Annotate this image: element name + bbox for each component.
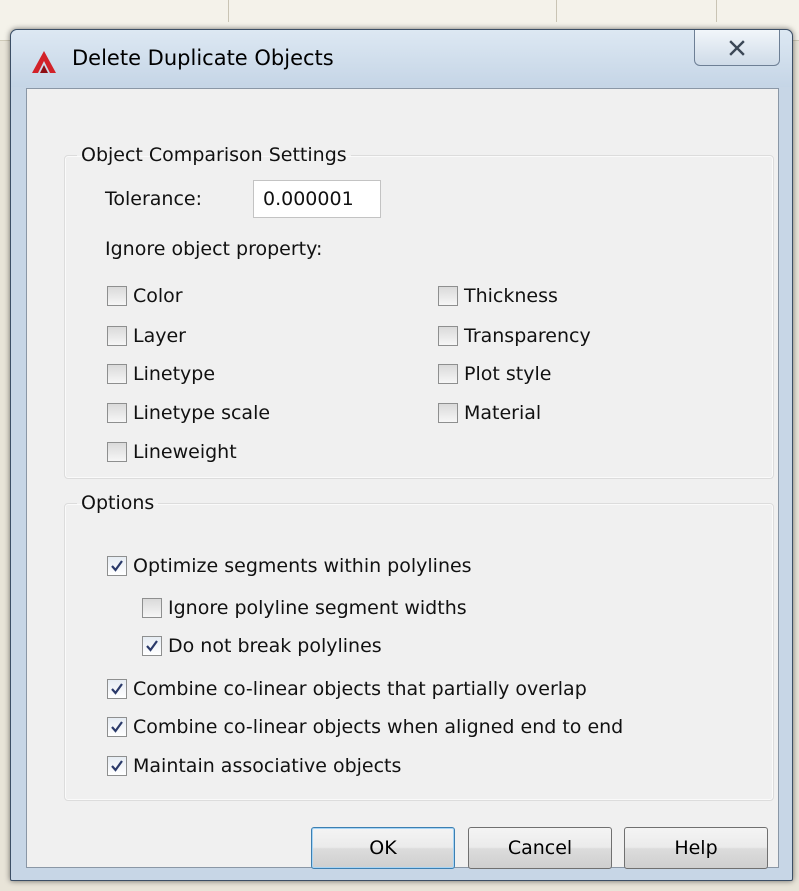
toolbar-separator <box>228 0 229 22</box>
options-legend: Options <box>81 492 155 514</box>
checkbox-combine-end-to-end[interactable]: Combine co-linear objects when aligned e… <box>107 716 623 738</box>
checkbox-label: Layer <box>133 325 186 347</box>
ok-button[interactable]: OK <box>311 827 455 869</box>
checkbox-linetype[interactable]: Linetype <box>107 363 215 385</box>
cancel-button[interactable]: Cancel <box>468 827 612 869</box>
check-mark-icon <box>111 760 123 772</box>
dialog-body: Object Comparison Settings Tolerance: Ig… <box>26 88 779 869</box>
checkbox-label: Combine co-linear objects when aligned e… <box>133 716 624 738</box>
checkbox-ignore-segment-widths[interactable]: Ignore polyline segment widths <box>142 597 467 619</box>
checkbox-linetype-scale[interactable]: Linetype scale <box>107 402 270 424</box>
checkbox-box[interactable] <box>107 403 127 423</box>
checkbox-material[interactable]: Material <box>438 402 541 424</box>
tolerance-label: Tolerance: <box>105 188 203 210</box>
close-button[interactable] <box>694 30 780 66</box>
dialog-title: Delete Duplicate Objects <box>72 46 334 70</box>
checkbox-box[interactable] <box>142 598 162 618</box>
checkbox-label: Linetype <box>133 363 216 385</box>
check-mark-icon <box>111 560 123 572</box>
checkbox-box[interactable] <box>107 326 127 346</box>
help-button[interactable]: Help <box>624 827 768 869</box>
title-bar[interactable]: Delete Duplicate Objects <box>11 30 792 87</box>
autocad-a-icon <box>32 51 56 73</box>
checkbox-box[interactable] <box>107 556 127 576</box>
checkbox-box[interactable] <box>107 364 127 384</box>
checkbox-label: Thickness <box>464 285 558 307</box>
checkbox-label: Ignore polyline segment widths <box>168 597 467 619</box>
ignore-property-label: Ignore object property: <box>105 238 323 260</box>
dialog-window: Delete Duplicate Objects Object Comparis… <box>10 29 793 881</box>
checkbox-label: Maintain associative objects <box>133 755 402 777</box>
checkbox-box[interactable] <box>438 326 458 346</box>
comparison-settings-legend: Object Comparison Settings <box>81 144 347 166</box>
check-mark-icon <box>111 721 123 733</box>
checkbox-label: Material <box>464 402 542 424</box>
checkbox-box[interactable] <box>107 286 127 306</box>
checkbox-box[interactable] <box>107 442 127 462</box>
checkbox-label: Plot style <box>464 363 552 385</box>
checkbox-box[interactable] <box>438 286 458 306</box>
tolerance-input[interactable] <box>253 180 381 218</box>
checkbox-label: Combine co-linear objects that partially… <box>133 678 587 700</box>
toolbar-separator <box>716 0 717 22</box>
checkbox-label: Color <box>133 285 183 307</box>
checkbox-layer[interactable]: Layer <box>107 325 186 347</box>
checkbox-lineweight[interactable]: Lineweight <box>107 441 237 463</box>
checkbox-box[interactable] <box>438 364 458 384</box>
checkbox-label: Linetype scale <box>133 402 271 424</box>
checkbox-label: Do not break polylines <box>168 635 382 657</box>
checkbox-label: Optimize segments within polylines <box>133 555 472 577</box>
checkbox-maintain-associative[interactable]: Maintain associative objects <box>107 755 401 777</box>
checkbox-plot-style[interactable]: Plot style <box>438 363 551 385</box>
checkbox-box[interactable] <box>107 679 127 699</box>
checkbox-combine-partial-overlap[interactable]: Combine co-linear objects that partially… <box>107 678 587 700</box>
checkbox-label: Lineweight <box>133 441 237 463</box>
check-mark-icon <box>111 683 123 695</box>
checkbox-box[interactable] <box>438 403 458 423</box>
close-x-icon <box>729 39 745 56</box>
checkbox-thickness[interactable]: Thickness <box>438 285 558 307</box>
checkbox-label: Transparency <box>464 325 591 347</box>
checkbox-box[interactable] <box>142 636 162 656</box>
checkbox-do-not-break-polylines[interactable]: Do not break polylines <box>142 635 382 657</box>
toolbar-separator <box>556 0 557 22</box>
checkbox-box[interactable] <box>107 717 127 737</box>
checkbox-optimize-segments[interactable]: Optimize segments within polylines <box>107 555 472 577</box>
checkbox-transparency[interactable]: Transparency <box>438 325 591 347</box>
checkbox-color[interactable]: Color <box>107 285 183 307</box>
check-mark-icon <box>146 640 158 652</box>
checkbox-box[interactable] <box>107 756 127 776</box>
